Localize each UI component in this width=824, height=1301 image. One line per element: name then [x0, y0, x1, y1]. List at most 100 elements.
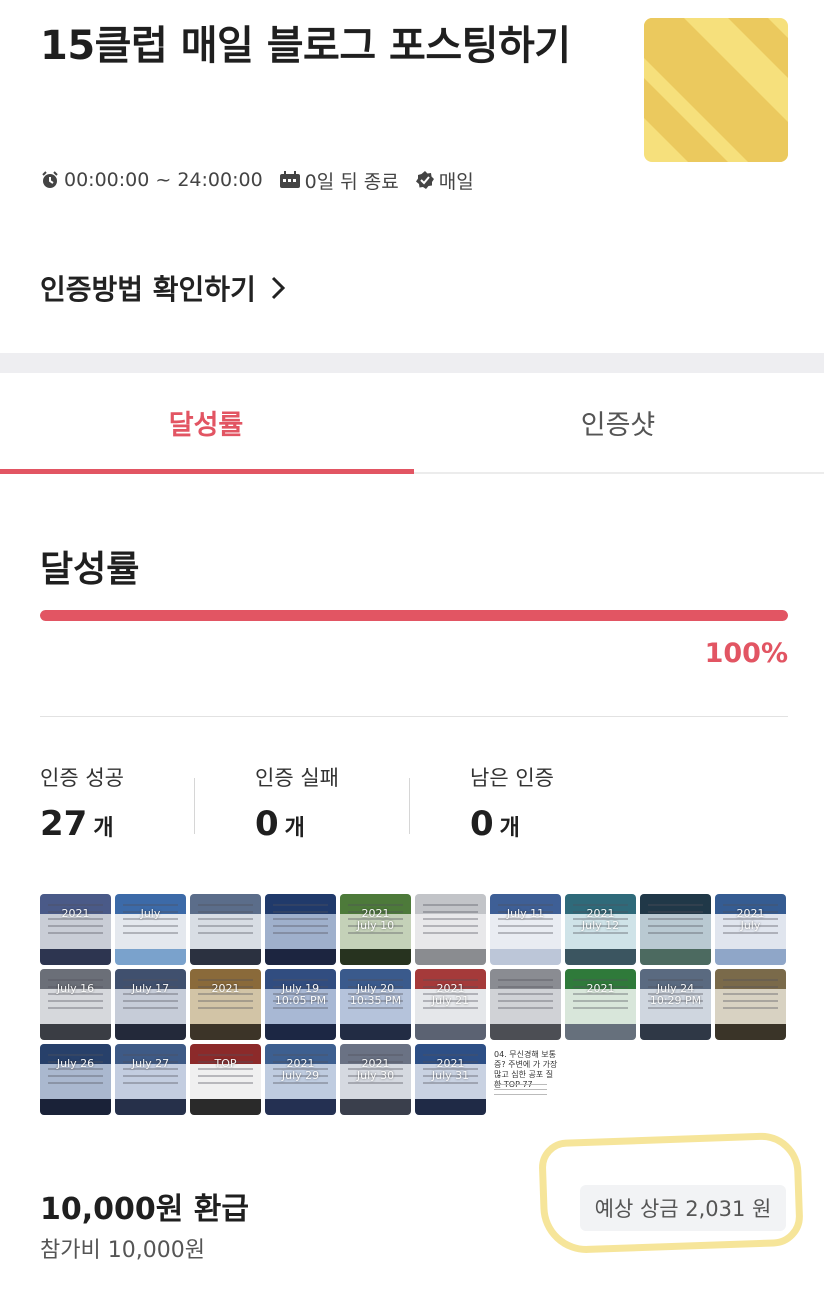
proof-photo[interactable]: 2021 July 21 [415, 969, 486, 1040]
photo-bottom-band [265, 1099, 336, 1115]
photo-date-overlay: July 20 10:35 PM [349, 982, 402, 1007]
challenge-title: 15클럽 매일 블로그 포스팅하기 [40, 23, 571, 69]
proof-photo[interactable]: 2021 July 10 [340, 894, 411, 965]
photo-bottom-band [190, 1099, 261, 1115]
stat-unit: 개 [93, 816, 114, 841]
progress-fill [40, 610, 788, 621]
proof-photo[interactable] [640, 894, 711, 965]
proof-photo[interactable]: 2021 July [715, 894, 786, 965]
photo-date-overlay: July 24 10:29 PM [649, 982, 702, 1007]
proof-photo[interactable]: 2021 [565, 969, 636, 1040]
photo-date-overlay: TOP [214, 1057, 237, 1070]
photo-bottom-band [640, 949, 711, 965]
proof-photo[interactable]: July 11 [490, 894, 561, 965]
stat-label: 남은 인증 [470, 766, 554, 790]
photo-text-lines [423, 904, 478, 938]
photo-bottom-band [415, 949, 486, 965]
proof-photo[interactable] [415, 894, 486, 965]
proof-photo[interactable] [490, 969, 561, 1040]
photo-date-overlay: July [140, 907, 161, 920]
proof-photo[interactable] [190, 894, 261, 965]
photo-text-lines [498, 979, 553, 1013]
photo-date-overlay: 2021 July [736, 907, 765, 932]
photo-grid: 2021 July 2021 July 10 July 11 2021 July 12 2… [40, 894, 790, 1115]
divider-line [40, 716, 788, 717]
calendar-icon [279, 171, 300, 188]
section-divider [0, 353, 824, 373]
verify-method-link[interactable]: 인증방법 확인하기 [40, 268, 286, 308]
photo-text-lines [648, 904, 703, 938]
proof-photo[interactable]: July [115, 894, 186, 965]
photo-bottom-band [190, 949, 261, 965]
photo-bottom-band [565, 949, 636, 965]
proof-photo[interactable]: 2021 [40, 894, 111, 965]
photo-date-overlay: July 26 [56, 1057, 95, 1070]
photo-bottom-band [40, 1024, 111, 1040]
stat-value: 0 [255, 804, 279, 844]
photo-date-overlay: July 17 [131, 982, 170, 995]
photo-date-overlay: July 11 [506, 907, 545, 920]
verified-badge-icon [415, 171, 434, 189]
photo-date-overlay: 2021 [61, 907, 90, 920]
participation-fee: 참가비 10,000원 [40, 1238, 205, 1263]
photo-date-overlay: 2021 July 29 [281, 1057, 320, 1082]
proof-photo[interactable] [265, 894, 336, 965]
photo-bottom-band [40, 1099, 111, 1115]
stat-separator [409, 778, 410, 834]
tab-photos[interactable]: 인증샷 [412, 373, 824, 472]
proof-photo[interactable]: July 26 [40, 1044, 111, 1115]
expected-prize-badge: 예상 상금 2,031 원 [580, 1185, 786, 1231]
photo-date-overlay: 2021 July 12 [581, 907, 620, 932]
proof-photo[interactable]: 2021 July 12 [565, 894, 636, 965]
time-range: 00:00:00 ~ 24:00:00 [64, 169, 263, 191]
photo-date-overlay: 2021 July 21 [431, 982, 470, 1007]
proof-photo[interactable]: July 19 10:05 PM [265, 969, 336, 1040]
stat-separator [194, 778, 195, 834]
stat-unit: 개 [284, 816, 305, 841]
proof-photo[interactable]: 2021 July 29 [265, 1044, 336, 1115]
photo-date-overlay: July 16 [56, 982, 95, 995]
refund-title: 10,000원 환급 [40, 1192, 250, 1227]
photo-text-lines [198, 904, 253, 938]
proof-photo[interactable]: July 27 [115, 1044, 186, 1115]
photo-bottom-band [490, 1024, 561, 1040]
proof-photo[interactable] [715, 969, 786, 1040]
proof-photo[interactable]: 04. 무신경해 보통증? 주변에 가 가장 많고 심한 공포 질환 TOP 7… [490, 1044, 561, 1115]
proof-photo[interactable]: July 24 10:29 PM [640, 969, 711, 1040]
photo-bottom-band [40, 949, 111, 965]
photo-bottom-band [415, 1024, 486, 1040]
stat-value: 27 [40, 804, 88, 844]
tab-achievement[interactable]: 달성률 [0, 373, 414, 474]
text-lines [494, 1084, 547, 1098]
photo-bottom-band [715, 1024, 786, 1040]
stats-row: 인증 성공 27 개 인증 실패 0개 남은 인증 0개 [40, 762, 788, 852]
proof-photo[interactable]: TOP [190, 1044, 261, 1115]
photo-date-overlay: 2021 July 10 [356, 907, 395, 932]
proof-photo[interactable]: 2021 [190, 969, 261, 1040]
stat-success: 인증 성공 27 개 [40, 762, 255, 852]
alarm-clock-icon [42, 171, 58, 188]
verify-method-label: 인증방법 확인하기 [40, 273, 256, 306]
challenge-thumbnail [644, 18, 788, 162]
frequency: 매일 [438, 170, 474, 193]
achievement-title: 달성률 [40, 549, 140, 590]
challenge-header: 15클럽 매일 블로그 포스팅하기 00:00:00 ~ 24:00:00 0일… [0, 0, 824, 353]
tab-bar: 달성률 인증샷 [0, 373, 824, 474]
photo-bottom-band [715, 949, 786, 965]
end-info: 0일 뒤 종료 [304, 170, 399, 193]
photo-bottom-band [115, 1099, 186, 1115]
photo-bottom-band [265, 1024, 336, 1040]
photo-date-overlay: July 27 [131, 1057, 170, 1070]
stat-fail: 인증 실패 0개 [255, 762, 470, 852]
proof-photo[interactable]: July 17 [115, 969, 186, 1040]
proof-photo[interactable]: 2021 July 31 [415, 1044, 486, 1115]
proof-photo[interactable]: July 20 10:35 PM [340, 969, 411, 1040]
photo-date-overlay: 2021 [586, 982, 615, 995]
photo-bottom-band [640, 1024, 711, 1040]
photo-date-overlay: 2021 July 30 [356, 1057, 395, 1082]
photo-bottom-band [190, 1024, 261, 1040]
proof-photo[interactable]: 2021 July 30 [340, 1044, 411, 1115]
proof-photo[interactable]: July 16 [40, 969, 111, 1040]
photo-date-overlay: 2021 [211, 982, 240, 995]
photo-date-overlay: July 19 10:05 PM [274, 982, 327, 1007]
